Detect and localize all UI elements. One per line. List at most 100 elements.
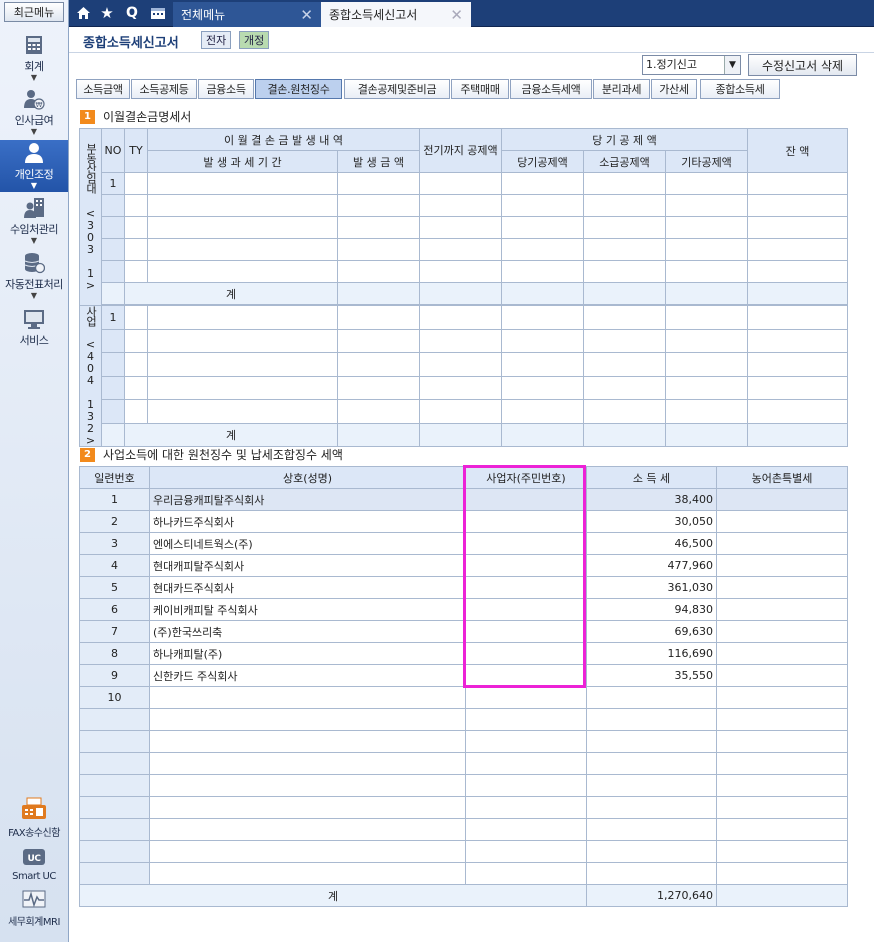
income-tax-cell[interactable]: 477,960	[586, 554, 717, 577]
electronic-badge[interactable]: 전자	[201, 31, 232, 49]
rural-tax-cell[interactable]	[716, 796, 848, 819]
report-type-select[interactable]: 1.정기신고 ▼	[642, 55, 741, 75]
company-name-cell[interactable]	[149, 686, 466, 709]
table-row[interactable]	[80, 216, 849, 239]
rural-tax-cell[interactable]	[716, 510, 848, 533]
business-no-input[interactable]	[465, 642, 587, 665]
company-name-cell[interactable]	[149, 774, 466, 797]
rural-tax-cell[interactable]	[716, 488, 848, 511]
income-tax-cell[interactable]: 38,400	[586, 488, 717, 511]
sidebar-item-service[interactable]: 서비스	[0, 308, 68, 348]
table-row[interactable]	[79, 818, 848, 841]
income-tax-cell[interactable]	[586, 752, 717, 775]
table-row[interactable]: 1 우리금융캐피탈주식회사 38,400	[79, 488, 848, 511]
tab-all-menu[interactable]: 전체메뉴 ✕	[173, 2, 321, 27]
recent-menu-button[interactable]: 최근메뉴	[4, 2, 64, 22]
table-row[interactable]	[80, 194, 849, 217]
table-row[interactable]	[79, 708, 848, 731]
rural-tax-cell[interactable]	[716, 576, 848, 599]
income-tax-cell[interactable]: 69,630	[586, 620, 717, 643]
table-row[interactable]: 8 하나캐피탈(주) 116,690	[79, 642, 848, 665]
subtab-financial-income[interactable]: 금융소득	[198, 79, 254, 99]
rural-tax-cell[interactable]	[716, 664, 848, 687]
star-icon[interactable]: ★	[96, 2, 118, 24]
business-no-input[interactable]	[465, 730, 587, 753]
table-row[interactable]	[79, 862, 848, 885]
rural-tax-cell[interactable]	[716, 840, 848, 863]
business-no-input[interactable]	[465, 818, 587, 841]
company-name-cell[interactable]	[149, 708, 466, 731]
table-row[interactable]	[79, 730, 848, 753]
table-row[interactable]	[79, 796, 848, 819]
business-no-input[interactable]	[465, 532, 587, 555]
table-row[interactable]: 5 현대카드주식회사 361,030	[79, 576, 848, 599]
business-no-input[interactable]	[465, 708, 587, 731]
income-tax-cell[interactable]	[586, 708, 717, 731]
table-row[interactable]	[80, 352, 849, 377]
business-no-input[interactable]	[465, 862, 587, 885]
business-no-input[interactable]	[465, 576, 587, 599]
sidebar-mri-button[interactable]: 세무회계MRI	[0, 890, 68, 928]
sidebar-item-accounting[interactable]: 회계 ▼	[0, 34, 68, 84]
rural-tax-cell[interactable]	[716, 862, 848, 885]
table-row[interactable]	[79, 840, 848, 863]
company-name-cell[interactable]: 현대캐피탈주식회사	[149, 554, 466, 577]
income-tax-cell[interactable]: 116,690	[586, 642, 717, 665]
company-name-cell[interactable]	[149, 840, 466, 863]
close-icon[interactable]: ✕	[450, 6, 463, 24]
rural-tax-cell[interactable]	[716, 554, 848, 577]
income-tax-cell[interactable]: 361,030	[586, 576, 717, 599]
rural-tax-cell[interactable]	[716, 818, 848, 841]
subtab-additional-tax[interactable]: 가산세	[651, 79, 697, 99]
table-row[interactable]: 4 현대캐피탈주식회사 477,960	[79, 554, 848, 577]
company-name-cell[interactable]: 현대카드주식회사	[149, 576, 466, 599]
table-row[interactable]: 9 신한카드 주식회사 35,550	[79, 664, 848, 687]
subtab-house-trade[interactable]: 주택매매	[451, 79, 509, 99]
table-row[interactable]	[80, 238, 849, 261]
subtab-loss-withholding[interactable]: 결손.원천징수	[255, 79, 342, 99]
rural-tax-cell[interactable]	[716, 752, 848, 775]
income-tax-cell[interactable]	[586, 774, 717, 797]
subtab-income-deduction[interactable]: 소득공제등	[131, 79, 197, 99]
company-name-cell[interactable]: 케이비캐피탈 주식회사	[149, 598, 466, 621]
table-row[interactable]	[79, 752, 848, 775]
business-no-input[interactable]	[465, 840, 587, 863]
company-name-cell[interactable]: 우리금융캐피탈주식회사	[149, 488, 466, 511]
business-no-input[interactable]	[465, 752, 587, 775]
subtab-global-income-tax[interactable]: 종합소득세	[700, 79, 780, 99]
sidebar-item-auto-voucher[interactable]: 자동전표처리 ▼	[0, 252, 68, 304]
sidebar-item-individual-adjust[interactable]: 개인조정 ▼	[0, 140, 68, 192]
company-name-cell[interactable]: 하나카드주식회사	[149, 510, 466, 533]
table-row[interactable]: 10	[79, 686, 848, 709]
sidebar-item-payroll[interactable]: ₩ 인사급여 ▼	[0, 88, 68, 138]
business-no-input[interactable]	[465, 774, 587, 797]
income-tax-cell[interactable]	[586, 730, 717, 753]
table-row[interactable]	[80, 328, 849, 353]
sidebar-fax-button[interactable]: FAX송수신함	[0, 797, 68, 839]
table-row[interactable]: 1	[80, 172, 849, 195]
subtab-financial-income-tax[interactable]: 금융소득세액	[510, 79, 592, 99]
table-row[interactable]: 3 엔에스티네트웍스(주) 46,500	[79, 532, 848, 555]
company-name-cell[interactable]	[149, 862, 466, 885]
table-row[interactable]	[80, 399, 849, 424]
company-name-cell[interactable]: (주)한국쓰리축	[149, 620, 466, 643]
table-row[interactable]: 6 케이비캐피탈 주식회사 94,830	[79, 598, 848, 621]
income-tax-cell[interactable]: 46,500	[586, 532, 717, 555]
rural-tax-cell[interactable]	[716, 598, 848, 621]
business-no-input[interactable]	[465, 510, 587, 533]
company-name-cell[interactable]	[149, 818, 466, 841]
table-row[interactable]	[80, 375, 849, 400]
calendar-icon[interactable]	[147, 2, 169, 24]
company-name-cell[interactable]	[149, 752, 466, 775]
business-no-input[interactable]	[465, 620, 587, 643]
rural-tax-cell[interactable]	[716, 642, 848, 665]
income-tax-cell[interactable]	[586, 818, 717, 841]
business-no-input[interactable]	[465, 554, 587, 577]
subtab-income-amount[interactable]: 소득금액	[76, 79, 130, 99]
income-tax-cell[interactable]: 94,830	[586, 598, 717, 621]
company-name-cell[interactable]: 하나캐피탈(주)	[149, 642, 466, 665]
income-tax-cell[interactable]	[586, 686, 717, 709]
table-row[interactable]	[80, 260, 849, 283]
table-row[interactable]: 2 하나카드주식회사 30,050	[79, 510, 848, 533]
company-name-cell[interactable]: 신한카드 주식회사	[149, 664, 466, 687]
